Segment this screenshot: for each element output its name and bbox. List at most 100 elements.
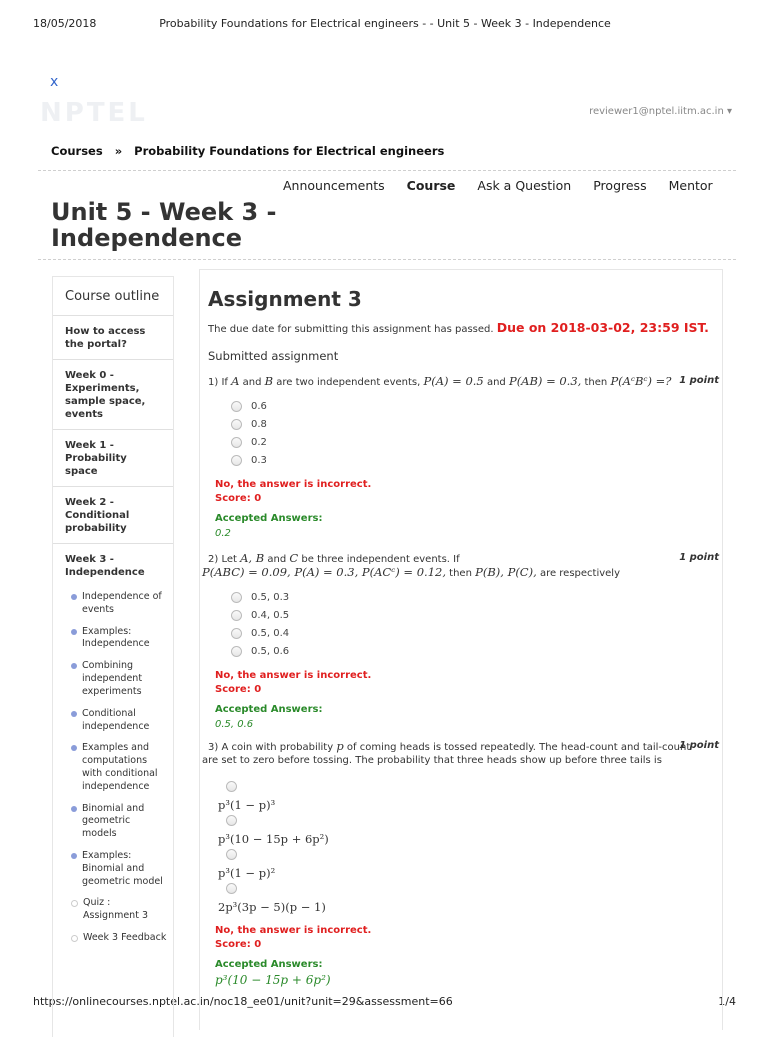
q1-option-4[interactable]: 0.3: [231, 455, 267, 466]
question-2-points: 1 point: [679, 552, 719, 563]
question-3-points: 1 point: [679, 740, 719, 751]
divider: [38, 170, 736, 171]
week-3-unit-list: Independence of events Examples: Indepen…: [53, 587, 173, 945]
q3-option-3[interactable]: p³(1 − p)²: [218, 849, 275, 880]
course-outline-heading: Course outline: [53, 277, 173, 316]
sidebar-item-week-3[interactable]: Week 3 - Independence: [53, 544, 173, 587]
question-3-text-line-2: are set to zero before tossing. The prob…: [202, 755, 662, 766]
sidebar-unit-label: Quiz : Assignment 3: [83, 897, 148, 922]
radio-button[interactable]: [231, 610, 242, 621]
hollow-dot-icon: [71, 900, 78, 908]
breadcrumb-course-link[interactable]: Probability Foundations for Electrical e…: [134, 144, 444, 158]
nptel-logo: NPTEL: [40, 98, 148, 128]
q2-feedback: No, the answer is incorrect.: [215, 670, 372, 681]
sidebar-unit-label: Independence of events: [82, 591, 162, 615]
q2-option-3[interactable]: 0.5, 0.4: [231, 628, 289, 639]
sidebar-unit-independence-of-events[interactable]: Independence of events: [71, 591, 173, 617]
filled-dot-icon: [71, 710, 77, 717]
sidebar-item-week-2[interactable]: Week 2 - Conditional probability: [53, 487, 173, 544]
radio-button[interactable]: [226, 815, 237, 826]
sidebar-unit-label: Examples and computations with condition…: [82, 742, 158, 792]
q3-score: Score: 0: [215, 939, 262, 950]
question-2-text-line-2: P(ABC) = 0.09, P(A) = 0.3, P(ACᶜ) = 0.12…: [202, 565, 621, 579]
nav-ask-question[interactable]: Ask a Question: [477, 178, 571, 193]
sidebar-unit-examples-conditional[interactable]: Examples and computations with condition…: [71, 742, 173, 793]
page-title: Unit 5 - Week 3 - Independence: [51, 198, 277, 252]
sidebar-item-week-0[interactable]: Week 0 - Experiments, sample space, even…: [53, 360, 173, 430]
q1-accepted-answer: 0.2: [215, 528, 231, 539]
sidebar-unit-label: Combining independent experiments: [82, 660, 143, 697]
q2-score: Score: 0: [215, 684, 262, 695]
sidebar-item-week-1[interactable]: Week 1 - Probability space: [53, 430, 173, 487]
submitted-heading: Submitted assignment: [208, 349, 339, 363]
q3-accepted-label: Accepted Answers:: [215, 959, 323, 970]
sidebar-unit-binomial-geometric[interactable]: Binomial and geometric models: [71, 803, 173, 841]
filled-dot-icon: [71, 628, 77, 635]
q2-option-4[interactable]: 0.5, 0.6: [231, 646, 289, 657]
q1-feedback: No, the answer is incorrect.: [215, 479, 372, 490]
radio-button[interactable]: [231, 419, 242, 430]
assignment-title: Assignment 3: [208, 287, 362, 311]
sidebar-unit-label: Conditional independence: [82, 707, 150, 732]
course-nav: Announcements Course Ask a Question Prog…: [283, 178, 713, 193]
q1-option-3[interactable]: 0.2: [231, 437, 267, 448]
q2-option-1[interactable]: 0.5, 0.3: [231, 592, 289, 603]
sidebar-unit-label: Examples: Binomial and geometric model: [82, 850, 163, 887]
radio-button[interactable]: [226, 849, 237, 860]
q2-accepted-label: Accepted Answers:: [215, 704, 323, 715]
radio-button[interactable]: [231, 437, 242, 448]
nav-progress[interactable]: Progress: [593, 178, 646, 193]
breadcrumb: Courses » Probability Foundations for El…: [51, 144, 452, 158]
nav-announcements[interactable]: Announcements: [283, 178, 385, 193]
filled-dot-icon: [71, 745, 77, 752]
q3-option-2[interactable]: p³(10 − 15p + 6p²): [218, 815, 329, 846]
radio-button[interactable]: [231, 455, 242, 466]
sidebar-unit-conditional-independence[interactable]: Conditional independence: [71, 708, 173, 734]
due-date: Due on 2018-03-02, 23:59 IST.: [496, 320, 709, 335]
q3-accepted-answer: p³(10 − 15p + 6p²): [215, 973, 331, 987]
question-1-points: 1 point: [679, 375, 719, 386]
question-1-text: 1) If A and B are two independent events…: [208, 374, 672, 388]
sidebar-unit-label: Week 3 Feedback: [83, 932, 167, 944]
course-outline-sidebar: Course outline How to access the portal?…: [52, 276, 174, 1037]
nav-mentor[interactable]: Mentor: [669, 178, 713, 193]
user-menu[interactable]: reviewer1@nptel.iitm.ac.in ▾: [589, 106, 732, 117]
radio-button[interactable]: [226, 883, 237, 894]
radio-button[interactable]: [231, 401, 242, 412]
filled-dot-icon: [71, 853, 77, 859]
print-page-title: Probability Foundations for Electrical e…: [159, 17, 611, 30]
breadcrumb-courses-link[interactable]: Courses: [51, 144, 103, 158]
filled-dot-icon: [71, 594, 77, 600]
sidebar-unit-feedback[interactable]: Week 3 Feedback: [71, 932, 173, 945]
hollow-dot-icon: [71, 935, 78, 943]
nav-course[interactable]: Course: [407, 178, 456, 193]
sidebar-unit-label: Binomial and geometric models: [82, 802, 145, 840]
q2-accepted-answer: 0.5, 0.6: [215, 719, 254, 730]
q3-option-4[interactable]: 2p³(3p − 5)(p − 1): [218, 883, 326, 914]
assignment-panel: Assignment 3 The due date for submitting…: [199, 269, 723, 1030]
q2-option-2[interactable]: 0.4, 0.5: [231, 610, 289, 621]
breadcrumb-separator: »: [114, 144, 123, 158]
due-text: The due date for submitting this assignm…: [208, 324, 494, 335]
sidebar-unit-quiz[interactable]: Quiz : Assignment 3: [71, 897, 173, 923]
q3-option-1[interactable]: p³(1 − p)³: [218, 781, 275, 812]
sidebar-unit-examples-binomial[interactable]: Examples: Binomial and geometric model: [71, 850, 173, 888]
sidebar-item-portal[interactable]: How to access the portal?: [53, 316, 173, 360]
radio-button[interactable]: [231, 646, 242, 657]
filled-dot-icon: [71, 663, 77, 670]
sidebar-unit-label: Examples: Independence: [82, 625, 150, 650]
q1-option-2[interactable]: 0.8: [231, 419, 267, 430]
filled-dot-icon: [71, 805, 77, 812]
radio-button[interactable]: [231, 628, 242, 639]
q1-score: Score: 0: [215, 493, 262, 504]
q3-feedback: No, the answer is incorrect.: [215, 925, 372, 936]
radio-button[interactable]: [231, 592, 242, 603]
q1-option-1[interactable]: 0.6: [231, 401, 267, 412]
close-icon[interactable]: x: [50, 74, 58, 90]
q1-accepted-label: Accepted Answers:: [215, 513, 323, 524]
sidebar-unit-examples-independence[interactable]: Examples: Independence: [71, 626, 173, 652]
divider: [38, 259, 736, 260]
radio-button[interactable]: [226, 781, 237, 792]
sidebar-unit-combining-experiments[interactable]: Combining independent experiments: [71, 660, 173, 698]
due-notice: The due date for submitting this assignm…: [208, 320, 709, 335]
